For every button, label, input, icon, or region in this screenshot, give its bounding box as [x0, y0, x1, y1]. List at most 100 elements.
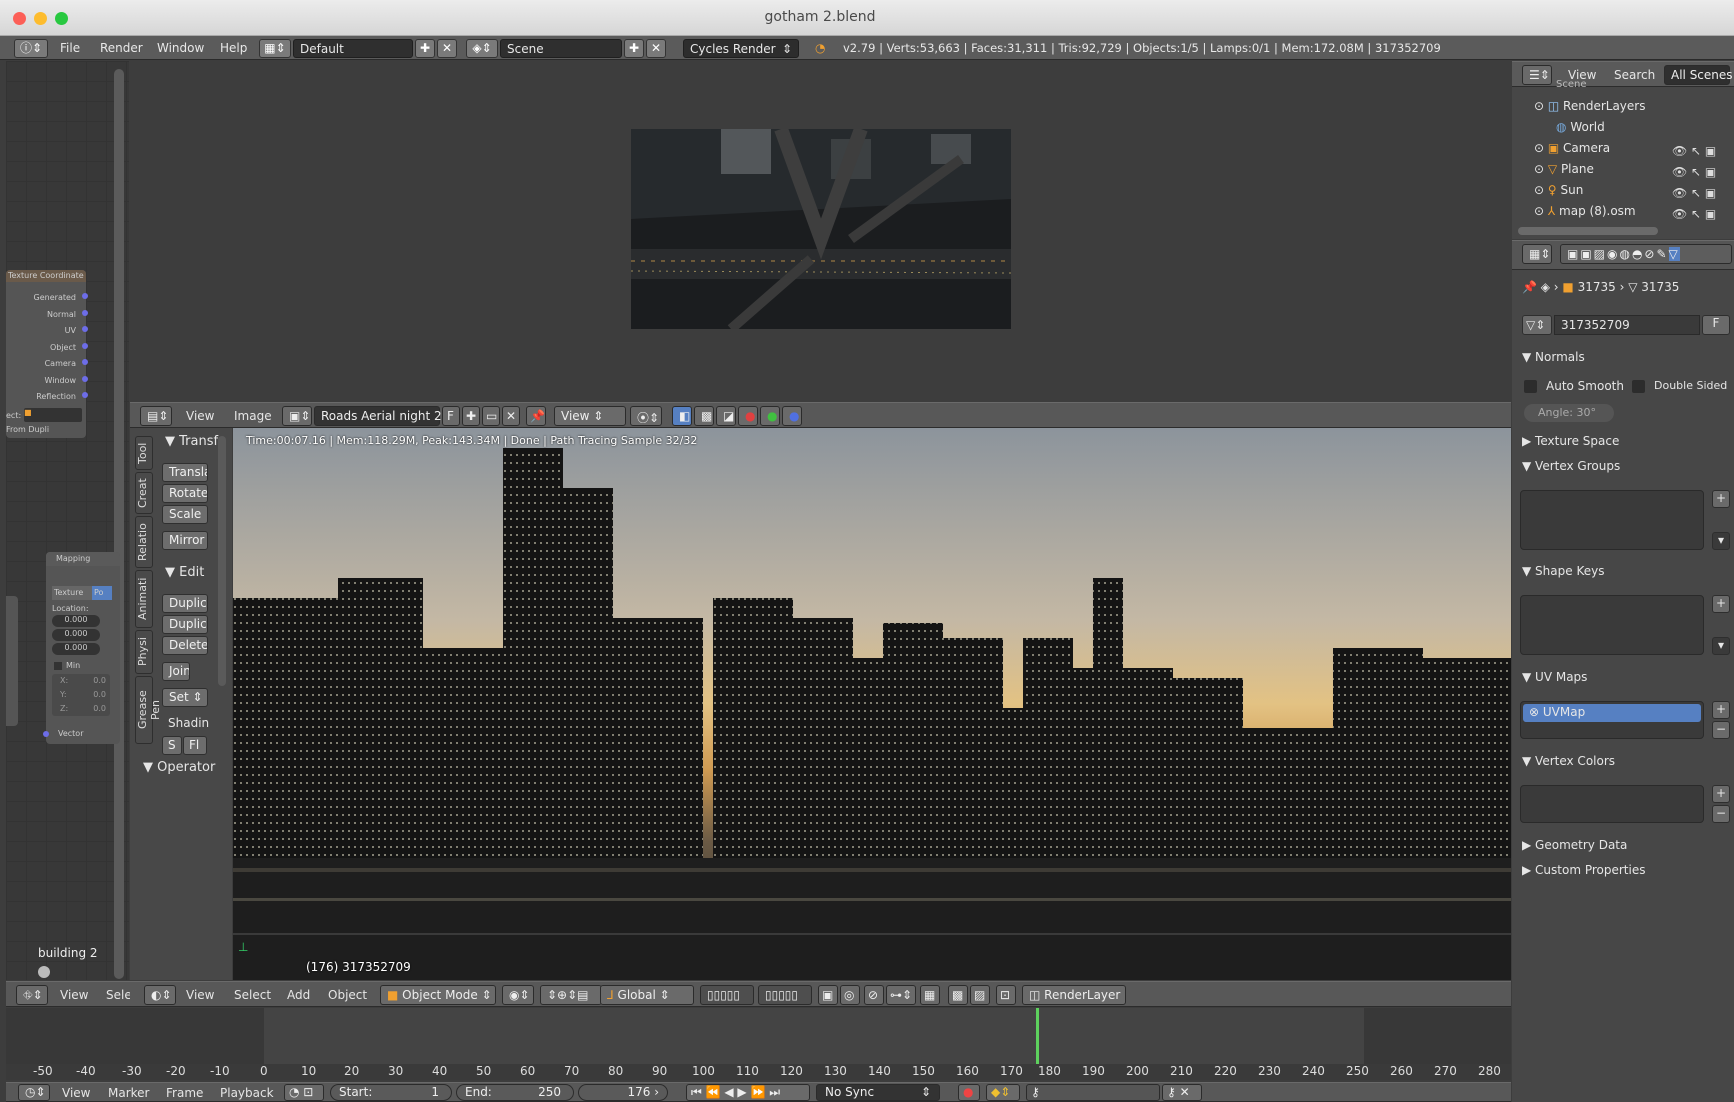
outliner-item-world[interactable]: ◍ World	[1556, 120, 1605, 134]
menu-select[interactable]: Sele	[106, 988, 132, 1002]
outliner-item-scene[interactable]: Scene	[1556, 79, 1587, 90]
viewport-render[interactable]	[233, 428, 1511, 980]
output-socket[interactable]	[82, 343, 88, 349]
outliner-item-plane[interactable]: ⊙ ▽ Plane	[1534, 162, 1594, 176]
scale-button[interactable]: Scale	[162, 505, 208, 524]
output-socket[interactable]	[82, 392, 88, 398]
sync-mode-select[interactable]: No Sync ⇕	[816, 1084, 940, 1101]
delete-button[interactable]: Delete	[162, 636, 208, 655]
point-tab[interactable]: Po	[92, 586, 112, 600]
menu-help[interactable]: Help	[220, 41, 247, 55]
outliner-h-scrollbar[interactable]	[1518, 227, 1658, 235]
image-browse-icon[interactable]: ▣⇕	[282, 406, 312, 426]
custom-properties-panel-header[interactable]: ▶ Custom Properties	[1522, 863, 1645, 877]
object-field[interactable]: ■	[24, 408, 82, 422]
menu-frame[interactable]: Frame	[166, 1086, 203, 1100]
operator-panel-header[interactable]: ▼ Operator	[143, 760, 215, 775]
alpha-icon[interactable]: ▩	[694, 406, 714, 426]
outliner-item-sun[interactable]: ⊙ ♀ Sun	[1534, 183, 1583, 197]
mesh-browse-icon[interactable]: ▽⇕	[1522, 315, 1552, 335]
menu-playback[interactable]: Playback	[220, 1086, 274, 1100]
object-mode-select[interactable]: ■ Object Mode ⇕	[380, 985, 496, 1005]
view-mode-select[interactable]: View ⇕	[554, 406, 626, 426]
view-handle[interactable]	[38, 966, 50, 978]
edit-panel-header[interactable]: ▼ Edit	[165, 565, 204, 580]
outliner-item-renderlayers[interactable]: ⊙ ◫ RenderLayers	[1534, 99, 1645, 113]
editor-type-info-button[interactable]: ⓘ⇕	[14, 39, 48, 58]
duplicate-button[interactable]: Duplic	[162, 594, 208, 613]
partial-node[interactable]	[6, 596, 18, 726]
keying-set-icon[interactable]: ◆⇕	[986, 1084, 1020, 1101]
rotate-button[interactable]: Rotate	[162, 484, 208, 503]
tool-shelf-scrollbar[interactable]	[218, 436, 226, 686]
texture-coordinate-node[interactable]: Texture Coordinate Generated Normal UV O…	[6, 270, 88, 438]
current-frame-marker[interactable]	[1036, 1008, 1039, 1064]
add-scene-button[interactable]: ✚	[624, 39, 644, 58]
menu-search[interactable]: Search	[1614, 68, 1655, 82]
proportional-icon[interactable]: ◎	[840, 985, 860, 1005]
breadcrumb-object[interactable]: 31735	[1578, 280, 1616, 294]
output-socket[interactable]	[82, 326, 88, 332]
remove-scene-button[interactable]: ✕	[646, 39, 666, 58]
editor-type-outliner-button[interactable]: ☰⇕	[1522, 65, 1552, 85]
pivot-icon[interactable]: ⦿⇕	[630, 406, 662, 426]
display-mode-select[interactable]: All Scenes	[1664, 65, 1733, 85]
auto-smooth-checkbox[interactable]	[1524, 380, 1537, 393]
menu-render[interactable]: Render	[100, 41, 143, 55]
open-image-icon[interactable]: ▭	[482, 406, 500, 426]
uv-maps-panel-header[interactable]: ▼ UV Maps	[1522, 670, 1587, 684]
render-layers-toggle-icon[interactable]: ⊡	[996, 985, 1016, 1005]
texture-space-panel-header[interactable]: ▶ Texture Space	[1522, 434, 1619, 448]
vertex-group-specials-button[interactable]: ▾	[1712, 532, 1730, 550]
transform-orientation-select[interactable]: ⅃ Global ⇕	[600, 985, 694, 1005]
add-uv-map-button[interactable]: +	[1712, 701, 1730, 719]
editor-type-timeline-button[interactable]: ◷⇕	[18, 1084, 50, 1101]
location-z-field[interactable]: 0.000	[52, 643, 100, 655]
timeline-ruler[interactable]: -50 -40 -30 -20 -10 0 10 20 30 40 50 60 …	[6, 1064, 1511, 1080]
vector-input-socket[interactable]	[43, 731, 49, 737]
mesh-name-field[interactable]: 317352709	[1554, 315, 1700, 335]
end-frame-field[interactable]: End: 250	[456, 1084, 574, 1101]
green-channel-icon[interactable]: ●	[760, 406, 780, 426]
playback-controls[interactable]: ⏮ ⏪ ◀ ▶ ⏩ ⏭	[686, 1084, 810, 1101]
scene-icon[interactable]: ◈⇕	[466, 39, 498, 58]
vertex-groups-panel-header[interactable]: ▼ Vertex Groups	[1522, 459, 1620, 473]
scene-field[interactable]: Scene	[500, 39, 622, 58]
menu-marker[interactable]: Marker	[108, 1086, 149, 1100]
vertex-colors-panel-header[interactable]: ▼ Vertex Colors	[1522, 754, 1615, 768]
vertex-colors-list[interactable]	[1520, 785, 1704, 823]
editor-type-node-button[interactable]: ⛗⇕	[16, 985, 48, 1005]
add-vertex-color-button[interactable]: +	[1712, 785, 1730, 803]
output-socket[interactable]	[82, 310, 88, 316]
breadcrumb-mesh[interactable]: 31735	[1641, 280, 1679, 294]
uv-maps-list[interactable]: ⊗ UVMap	[1520, 701, 1704, 739]
layers-right[interactable]: ▯▯▯▯▯	[758, 985, 812, 1005]
snap-element-icon[interactable]: ⊶⇕	[886, 985, 916, 1005]
menu-object[interactable]: Object	[328, 988, 367, 1002]
mirror-button[interactable]: Mirror	[162, 531, 208, 550]
properties-context-tabs[interactable]: ▣▣▨◉◍◓⊘✎▽	[1560, 244, 1732, 264]
menu-select[interactable]: Select	[234, 988, 271, 1002]
output-socket[interactable]	[82, 359, 88, 365]
shade-flat-button[interactable]: Fl	[183, 736, 207, 755]
translate-button[interactable]: Transla	[162, 463, 208, 482]
menu-view[interactable]: View	[62, 1086, 90, 1100]
transform-panel-header[interactable]: ▼ Transf	[165, 434, 218, 449]
min-checkbox[interactable]	[54, 662, 62, 670]
tab-create[interactable]: Creat	[135, 472, 153, 514]
render-engine-select[interactable]: Cycles Render ⇕	[683, 39, 799, 58]
image-editor-canvas[interactable]	[130, 61, 1511, 400]
pin-image-icon[interactable]: 📌	[526, 406, 546, 426]
shape-keys-panel-header[interactable]: ▼ Shape Keys	[1522, 564, 1604, 578]
fake-user-button[interactable]: F	[442, 406, 460, 426]
start-frame-field[interactable]: Start: 1	[330, 1084, 452, 1101]
auto-keying-icon[interactable]: ●	[958, 1084, 980, 1101]
menu-view[interactable]: View	[186, 988, 214, 1002]
tab-tool[interactable]: Tool	[135, 436, 153, 470]
remove-layout-button[interactable]: ✕	[437, 39, 457, 58]
set-origin-button[interactable]: Set ⇕	[162, 688, 208, 707]
menu-add[interactable]: Add	[287, 988, 310, 1002]
layout-icon[interactable]: ▦⇕	[259, 39, 291, 58]
opengl-render-icon[interactable]: ▩	[948, 985, 968, 1005]
active-keying-set-field[interactable]: ⚷	[1026, 1084, 1160, 1101]
